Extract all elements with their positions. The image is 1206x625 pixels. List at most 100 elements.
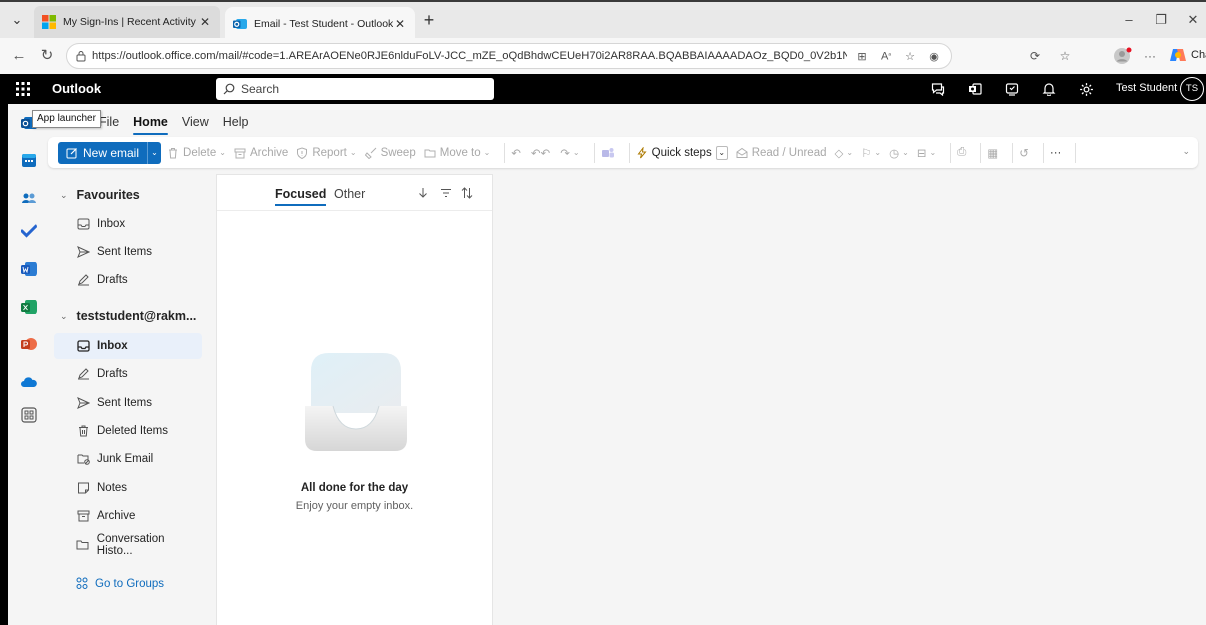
close-tab-icon[interactable]: ✕ (198, 15, 212, 29)
chevron-down-icon: ⌄ (483, 148, 491, 157)
note-icon (75, 480, 91, 496)
my-day-icon[interactable] (1003, 80, 1021, 98)
back-arrow-icon[interactable]: ← (10, 47, 28, 65)
search-input[interactable]: Search (216, 78, 494, 100)
settings-gear-icon[interactable] (1077, 80, 1095, 98)
split-screen-icon[interactable]: ⊞ (853, 50, 871, 63)
outlook-app-icon[interactable] (966, 80, 984, 98)
copilot-button[interactable]: Chat (1169, 46, 1206, 64)
teams-share-icon[interactable] (601, 146, 615, 160)
toolbar-divider (593, 142, 595, 163)
folder-conversation-history[interactable]: Conversation Histo... (54, 532, 202, 558)
empty-state-subtitle: Enjoy your empty inbox. (295, 500, 414, 512)
folder-notes[interactable]: Notes (54, 475, 202, 501)
tab-home[interactable]: Home (126, 115, 175, 135)
site-info-icon[interactable] (75, 50, 87, 62)
url-field[interactable]: https://outlook.office.com/mail/#code=1.… (66, 43, 952, 69)
folder-sent-items[interactable]: Sent Items (54, 390, 202, 416)
tab-focused[interactable]: Focused (275, 187, 327, 206)
more-actions-button[interactable]: ··· (1050, 147, 1062, 159)
profile-avatar-icon[interactable] (1112, 46, 1134, 66)
tab-actions-chevron-icon[interactable]: ⌄ (8, 11, 26, 29)
outlook-header: Outlook Search Test Student TS (0, 74, 1206, 104)
sort-icon[interactable] (460, 186, 474, 200)
people-app-icon[interactable] (21, 190, 37, 206)
extensions-icon[interactable]: ⟳ (1025, 47, 1045, 65)
new-email-dropdown-icon[interactable]: ⌄ (147, 141, 162, 164)
tab-other[interactable]: Other (334, 187, 365, 201)
read-aloud-icon[interactable]: Aₐ (877, 50, 895, 63)
sweep-button[interactable]: Sweep (364, 147, 416, 159)
move-to-label: Move to (439, 146, 481, 159)
favourite-sent-items[interactable]: Sent Items (54, 239, 202, 265)
powerpoint-app-icon[interactable] (21, 336, 37, 352)
folder-inbox[interactable]: Inbox (54, 333, 202, 359)
reading-pane (493, 174, 1206, 625)
folder-junk-email[interactable]: Junk Email (54, 446, 202, 472)
go-to-groups-link[interactable]: Go to Groups (75, 577, 164, 590)
folder-label: Conversation Histo... (96, 533, 165, 557)
window-left-edge (0, 74, 8, 625)
favourites-header[interactable]: ⌄ Favourites (60, 188, 140, 202)
todo-app-icon[interactable] (21, 223, 37, 239)
folder-drafts[interactable]: Drafts (54, 361, 202, 387)
undo-icon[interactable]: ↺ (1019, 146, 1029, 160)
favourite-inbox[interactable]: Inbox (54, 211, 202, 237)
user-avatar[interactable]: TS (1180, 77, 1204, 101)
tag-icon[interactable]: ◇ ⌄ (835, 146, 854, 160)
notifications-bell-icon[interactable] (1040, 80, 1058, 98)
tab-view[interactable]: View (175, 115, 216, 129)
reply-all-icon[interactable]: ↶↶ (531, 146, 550, 160)
rules-icon[interactable]: ⊟ ⌄ (917, 146, 936, 160)
onedrive-app-icon[interactable] (21, 374, 37, 390)
flag-icon[interactable]: ⚐ ⌄ (861, 146, 881, 160)
chevron-down-icon[interactable]: ⌄ (715, 145, 728, 160)
folder-deleted-items[interactable]: Deleted Items (54, 418, 202, 444)
snooze-clock-icon[interactable]: ◷ ⌄ (889, 146, 909, 160)
minimize-icon[interactable]: – (1118, 11, 1140, 29)
archive-button[interactable]: Archive (234, 147, 288, 159)
outlook-brand[interactable]: Outlook (52, 81, 101, 96)
quick-steps-button[interactable]: Quick steps ⌄ (636, 145, 728, 160)
tracking-prevention-icon[interactable]: ◉ (925, 50, 943, 63)
app-launcher-icon[interactable] (9, 74, 37, 104)
jump-to-arrow-icon[interactable] (416, 186, 430, 200)
app-rail (8, 104, 48, 625)
close-tab-icon[interactable]: ✕ (393, 17, 407, 31)
restore-window-icon[interactable]: ❐ (1150, 11, 1172, 29)
more-apps-icon[interactable] (21, 407, 37, 423)
folder-label: Archive (97, 510, 136, 522)
pencil-icon (75, 366, 91, 382)
favorite-star-icon[interactable]: ☆ (901, 50, 919, 63)
forward-icon[interactable]: ↷ ⌄ (560, 146, 579, 160)
new-tab-button[interactable]: + (419, 11, 439, 31)
user-name[interactable]: Test Student (1116, 82, 1177, 94)
browser-tab-outlook[interactable]: Email - Test Student - Outlook ✕ (225, 7, 415, 40)
delete-button[interactable]: Delete ⌄ (167, 147, 226, 159)
word-app-icon[interactable] (21, 261, 37, 277)
folder-icon (75, 537, 91, 553)
teams-chat-icon[interactable] (929, 80, 947, 98)
refresh-icon[interactable]: ↻ (38, 47, 56, 65)
print-icon[interactable]: ⎙ (957, 146, 966, 159)
tab-help[interactable]: Help (216, 115, 256, 129)
folder-archive[interactable]: Archive (54, 503, 202, 529)
new-email-button[interactable]: New email (58, 141, 148, 164)
filter-icon[interactable] (439, 186, 453, 200)
immersive-reader-icon[interactable]: ▦ (987, 146, 998, 160)
move-to-button[interactable]: Move to ⌄ (424, 146, 491, 159)
report-button[interactable]: Report ⌄ (296, 147, 357, 159)
expand-ribbon-chevron-icon[interactable]: ⌄ (1182, 146, 1190, 157)
browser-tab-my-sign-ins[interactable]: My Sign-Ins | Recent Activity | Mic ✕ (34, 6, 220, 38)
more-options-icon[interactable]: ··· (1140, 47, 1160, 65)
collections-icon[interactable]: ☆ (1055, 47, 1075, 65)
toolbar-divider (1042, 142, 1044, 163)
read-unread-button[interactable]: Read / Unread (736, 147, 827, 159)
favourite-drafts[interactable]: Drafts (54, 267, 202, 293)
go-to-groups-label: Go to Groups (95, 577, 165, 590)
close-window-icon[interactable]: ✕ (1182, 11, 1204, 29)
excel-app-icon[interactable] (21, 299, 37, 315)
reply-icon[interactable]: ↶ (511, 146, 521, 160)
calendar-app-icon[interactable] (21, 152, 37, 168)
account-header[interactable]: ⌄ teststudent@rakm... (60, 309, 196, 323)
